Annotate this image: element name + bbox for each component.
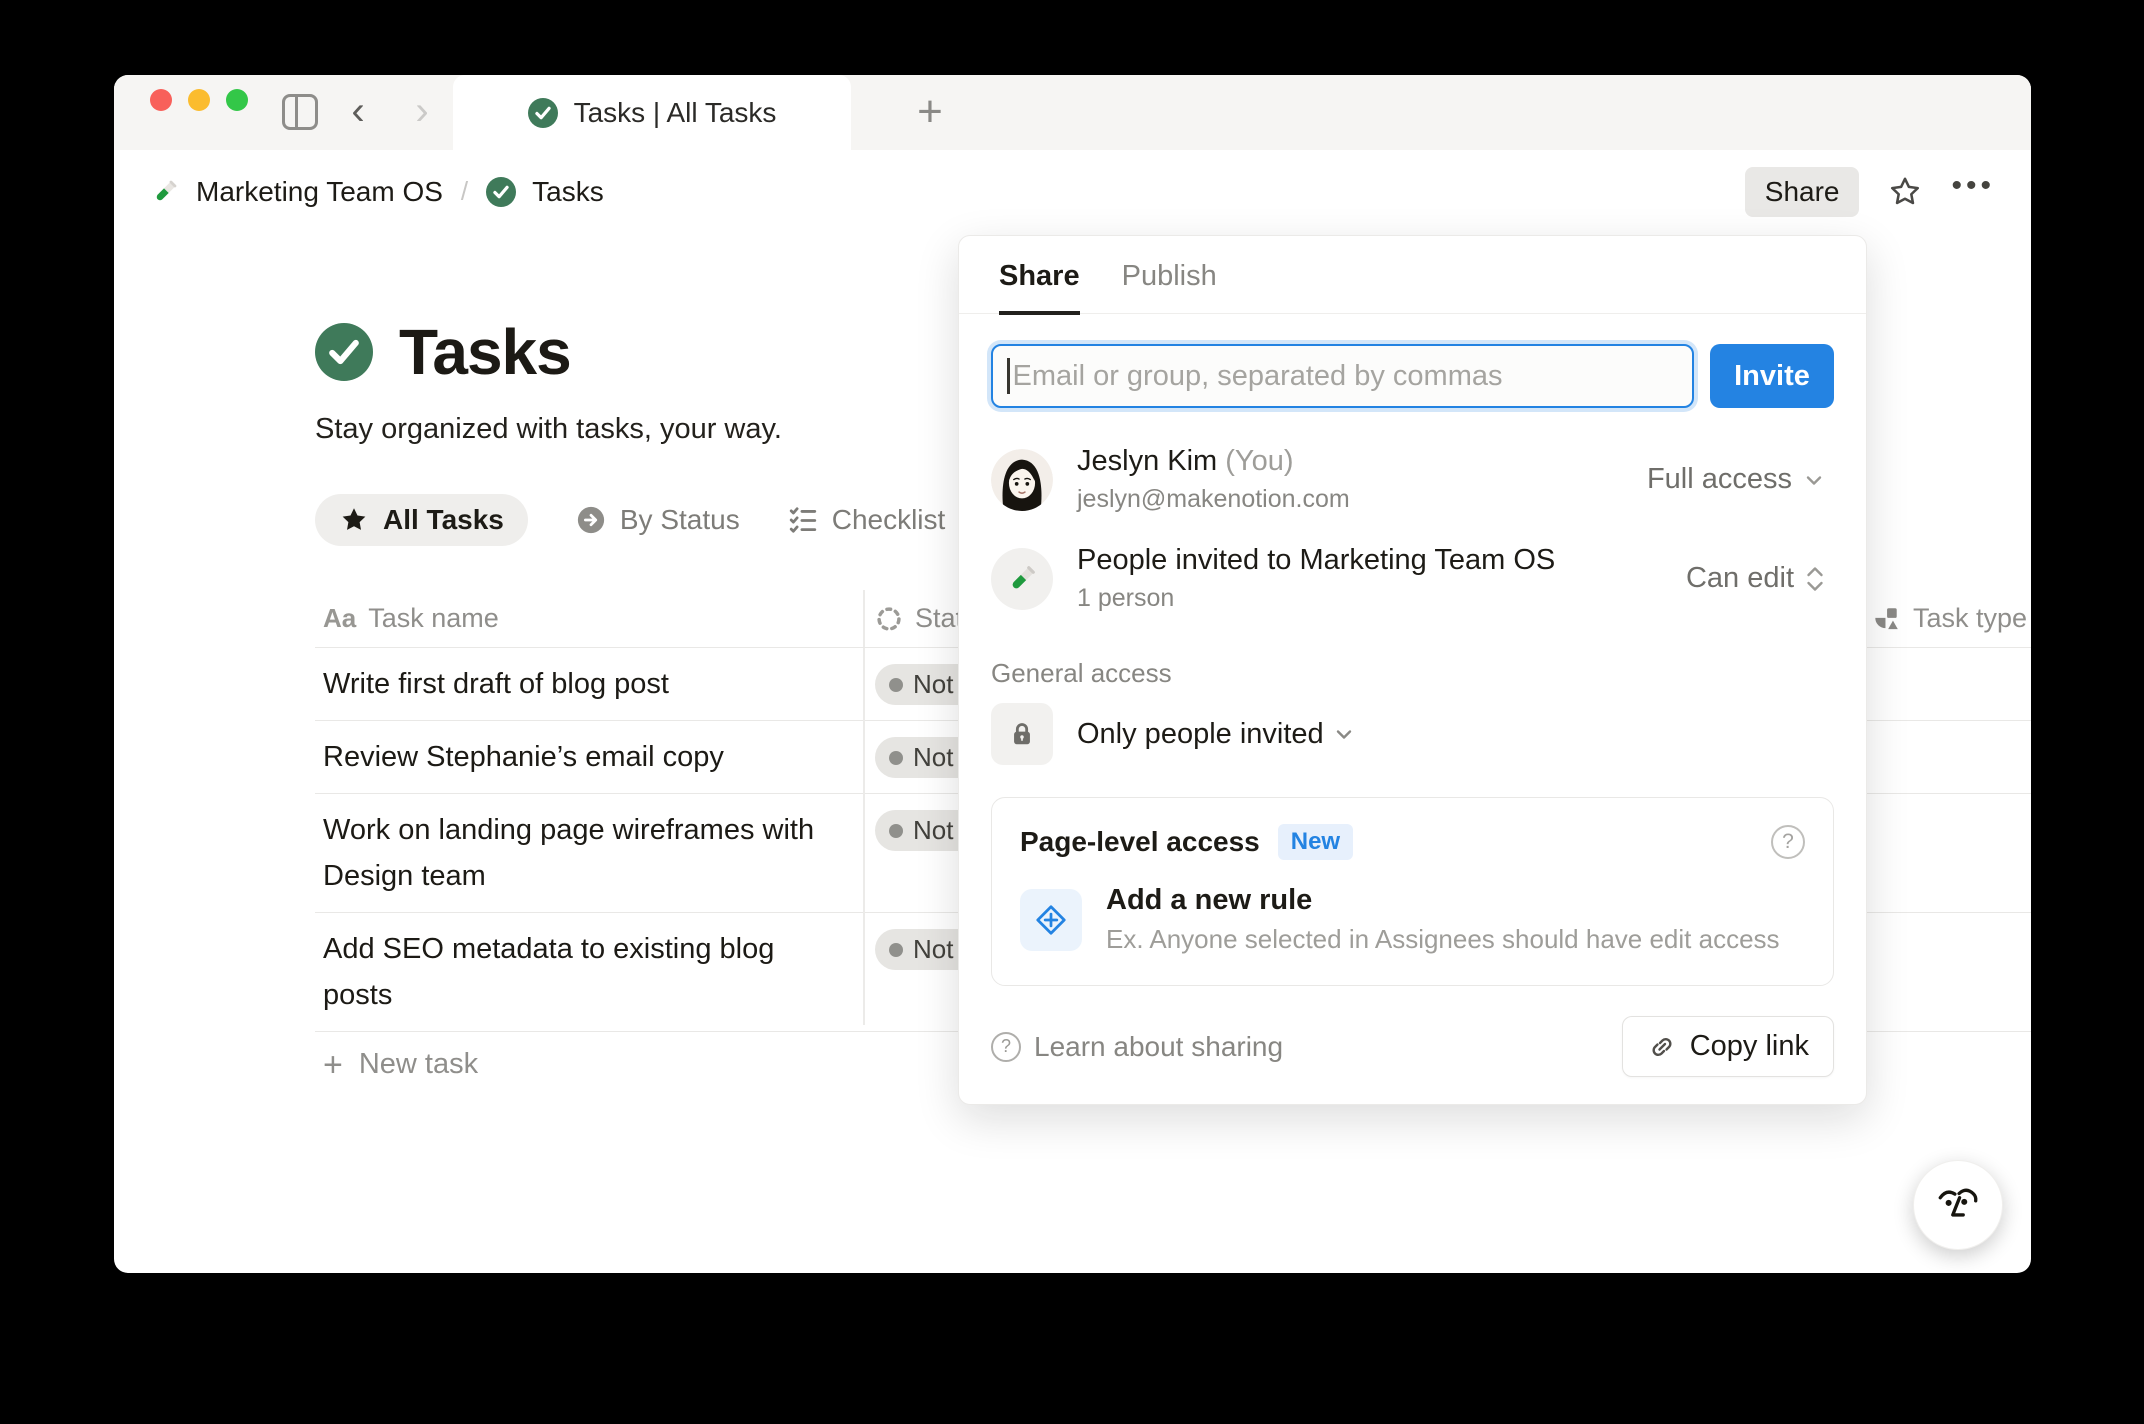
invite-email-input-wrapper	[991, 344, 1694, 408]
tab-title: Tasks | All Tasks	[574, 97, 777, 129]
add-rule-row[interactable]: Add a new rule Ex. Anyone selected in As…	[1020, 884, 1805, 955]
invite-button[interactable]: Invite	[1710, 344, 1834, 408]
text-caret	[1007, 358, 1010, 394]
status-dot-icon	[889, 751, 903, 765]
page-check-icon	[486, 177, 516, 207]
checklist-icon	[788, 505, 818, 535]
new-tab-button[interactable]: +	[904, 87, 956, 139]
invite-email-input[interactable]	[1013, 360, 1679, 393]
view-tab-checklist[interactable]: Checklist	[788, 494, 946, 546]
person-row: People invited to Marketing Team OS 1 pe…	[991, 529, 1826, 628]
view-tab-label: By Status	[620, 504, 740, 536]
page-level-access-box: Page-level access New ? Add a new rule E…	[991, 797, 1834, 986]
sidebar-toggle-icon[interactable]	[282, 94, 318, 130]
status-dot-icon	[889, 943, 903, 957]
add-rule-title: Add a new rule	[1106, 884, 1780, 917]
page-level-access-title: Page-level access	[1020, 826, 1260, 858]
notion-ai-button[interactable]	[1913, 1160, 2003, 1250]
tab-share[interactable]: Share	[999, 260, 1080, 315]
person-row: Jeslyn Kim (You) jeslyn@makenotion.com F…	[991, 430, 1826, 529]
share-button[interactable]: Share	[1745, 167, 1860, 217]
diamond-plus-icon	[1020, 889, 1082, 951]
back-button[interactable]: ‹	[342, 87, 374, 135]
favorite-star-icon[interactable]	[1887, 174, 1923, 210]
link-icon	[1647, 1032, 1677, 1062]
task-name-cell[interactable]: Work on landing page wireframes with Des…	[315, 794, 863, 912]
question-circle-icon: ?	[991, 1032, 1021, 1062]
notion-face-icon	[1933, 1180, 1983, 1230]
breadcrumb-page[interactable]: Tasks	[532, 176, 604, 208]
page-title: Tasks	[399, 315, 571, 389]
new-badge: New	[1278, 824, 1353, 860]
close-window-button[interactable]	[150, 89, 172, 111]
learn-about-sharing-link[interactable]: ? Learn about sharing	[991, 1031, 1283, 1063]
group-name: People invited to Marketing Team OS	[1077, 544, 1662, 577]
column-divider	[863, 590, 865, 1025]
minimize-window-button[interactable]	[188, 89, 210, 111]
copy-link-button[interactable]: Copy link	[1622, 1016, 1834, 1077]
zoom-window-button[interactable]	[226, 89, 248, 111]
more-options-button[interactable]: •••	[1951, 169, 1995, 215]
person-suffix: (You)	[1225, 445, 1293, 477]
access-dropdown-can-edit[interactable]: Can edit	[1686, 562, 1826, 595]
view-tab-label: Checklist	[832, 504, 946, 536]
column-header-task-name[interactable]: Aa Task name	[315, 603, 863, 634]
column-header-task-type[interactable]: Task type	[1871, 603, 2027, 634]
view-tab-all-tasks[interactable]: All Tasks	[315, 494, 528, 546]
person-name: Jeslyn Kim	[1077, 445, 1217, 477]
status-spinner-icon	[875, 605, 903, 633]
workspace-avatar	[991, 548, 1053, 610]
add-rule-subtitle: Ex. Anyone selected in Assignees should …	[1106, 924, 1780, 955]
tab-check-icon	[528, 98, 558, 128]
star-icon	[339, 505, 369, 535]
avatar	[991, 449, 1053, 511]
group-sub: 1 person	[1077, 584, 1662, 613]
tab-publish[interactable]: Publish	[1122, 260, 1217, 313]
window-controls	[150, 89, 248, 111]
arrow-circle-icon	[576, 505, 606, 535]
status-dot-icon	[889, 824, 903, 838]
test-tube-icon	[150, 177, 180, 207]
chevron-down-icon	[1332, 722, 1356, 746]
help-icon[interactable]: ?	[1771, 825, 1805, 859]
general-access-row[interactable]: Only people invited	[959, 689, 1866, 765]
breadcrumb: Marketing Team OS / Tasks	[150, 176, 604, 208]
breadcrumb-workspace[interactable]: Marketing Team OS	[196, 176, 443, 208]
task-name-cell[interactable]: Add SEO metadata to existing blog posts	[315, 913, 863, 1031]
share-dialog-tabs: Share Publish	[959, 236, 1866, 314]
tab-bar: ‹ › Tasks | All Tasks +	[114, 75, 2031, 150]
status-dot-icon	[889, 678, 903, 692]
access-dropdown-full-access[interactable]: Full access	[1647, 463, 1826, 496]
task-name-cell[interactable]: Review Stephanie’s email copy	[315, 721, 863, 793]
topbar: Marketing Team OS / Tasks Share •••	[114, 150, 2031, 233]
lock-icon	[991, 703, 1053, 765]
plus-icon: +	[323, 1050, 343, 1080]
general-access-label: General access	[959, 628, 1866, 689]
person-email: jeslyn@makenotion.com	[1077, 485, 1623, 514]
general-access-value: Only people invited	[1077, 718, 1324, 751]
chevron-up-down-icon	[1804, 564, 1826, 594]
shapes-icon	[1871, 604, 1901, 634]
task-name-cell[interactable]: Write first draft of blog post	[315, 648, 863, 720]
tab-tasks[interactable]: Tasks | All Tasks	[453, 75, 851, 150]
forward-button[interactable]: ›	[406, 87, 438, 135]
page-icon[interactable]	[315, 323, 373, 381]
breadcrumb-separator: /	[459, 176, 470, 207]
view-tab-by-status[interactable]: By Status	[576, 494, 740, 546]
view-tab-label: All Tasks	[383, 504, 504, 536]
share-dialog: Share Publish Invite Jeslyn Kim (You) je…	[958, 235, 1867, 1105]
chevron-down-icon	[1802, 468, 1826, 492]
text-type-icon: Aa	[323, 603, 356, 634]
app-window: ‹ › Tasks | All Tasks + Marketing Team O…	[114, 75, 2031, 1273]
